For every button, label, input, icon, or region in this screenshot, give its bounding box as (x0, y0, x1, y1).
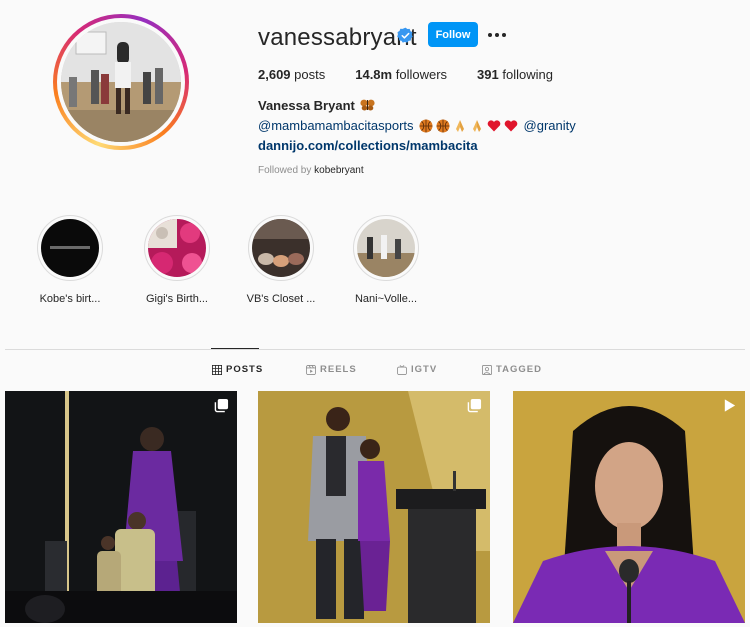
post-thumbnail[interactable] (513, 391, 745, 623)
praying-hands-emoji-icon (472, 119, 481, 132)
active-tab-indicator (211, 348, 259, 349)
reels-icon (306, 364, 316, 375)
highlight-cover-black-icon (41, 219, 99, 277)
highlight-cover-court-icon (357, 219, 415, 277)
profile-stats: 2,609 posts 14.8m followers 391 followin… (258, 67, 583, 82)
avatar-inner (57, 18, 185, 146)
highlight-item[interactable]: Nani~Volle... (350, 215, 422, 305)
highlight-ring (248, 215, 314, 281)
tagged-icon (482, 364, 492, 375)
highlight-ring (144, 215, 210, 281)
profile-website-link[interactable]: dannijo.com/collections/mambacita (258, 138, 478, 153)
profile-tabs-divider (5, 349, 745, 350)
bio-handle-link[interactable]: @mambamambacitasports (258, 118, 414, 133)
tab-reels[interactable]: REELS (306, 364, 357, 375)
highlight-item[interactable]: Gigi's Birth... (141, 215, 213, 305)
praying-hands-emoji-icon (455, 119, 464, 132)
post-thumbnail[interactable] (5, 391, 237, 623)
igtv-icon (397, 364, 407, 375)
highlight-ring (353, 215, 419, 281)
profile-full-name: Vanessa Bryant (258, 98, 376, 113)
post-image-speech-closeup (513, 391, 745, 623)
followed-by-text: Followed by kobebryant (258, 165, 364, 176)
highlight-label: Gigi's Birth... (145, 293, 208, 305)
profile-username: vanessabryant (258, 24, 417, 51)
tab-posts[interactable]: POSTS (212, 364, 263, 375)
bio-handle-link-2[interactable]: @granity (524, 118, 576, 133)
highlight-cover-roses-icon (148, 219, 206, 277)
highlight-label: Kobe's birt... (39, 293, 101, 305)
video-icon (724, 399, 736, 412)
post-thumbnail[interactable] (258, 391, 490, 623)
verified-badge-icon (397, 27, 413, 43)
grid-icon (212, 364, 222, 375)
follow-button[interactable]: Follow (428, 22, 478, 47)
followed-by-user-link[interactable]: kobebryant (314, 165, 363, 176)
highlight-label: VB's Closet ... (246, 293, 316, 305)
tab-tagged[interactable]: TAGGED (482, 364, 542, 375)
profile-bio: @mambamambacitasports @granity (258, 118, 576, 133)
profile-tabs: POSTS REELS IGTV TAGGED (0, 364, 750, 378)
highlight-ring (37, 215, 103, 281)
highlight-label: Nani~Volle... (354, 293, 418, 305)
carousel-icon (467, 398, 482, 413)
red-heart-emoji-icon (487, 119, 500, 131)
post-image-hall-of-fame-stage (258, 391, 490, 623)
red-heart-emoji-icon (504, 119, 517, 131)
stat-posts: 2,609 posts (258, 67, 326, 82)
butterfly-emoji-icon (360, 99, 376, 111)
basketball-emoji-icon (419, 119, 433, 132)
tab-igtv[interactable]: IGTV (397, 364, 437, 375)
stat-following[interactable]: 391 following (477, 67, 553, 82)
post-image-stage-purple-dress (5, 391, 237, 623)
highlight-cover-shoes-icon (252, 219, 310, 277)
stat-followers[interactable]: 14.8m followers (355, 67, 447, 82)
highlight-item[interactable]: Kobe's birt... (34, 215, 106, 305)
avatar-image (61, 22, 181, 142)
avatar-photo-basketball-court (61, 22, 181, 142)
basketball-emoji-icon (436, 119, 450, 132)
highlight-item[interactable]: VB's Closet ... (245, 215, 317, 305)
carousel-icon (214, 398, 229, 413)
profile-avatar[interactable] (53, 14, 189, 150)
more-options-icon[interactable] (486, 26, 508, 44)
